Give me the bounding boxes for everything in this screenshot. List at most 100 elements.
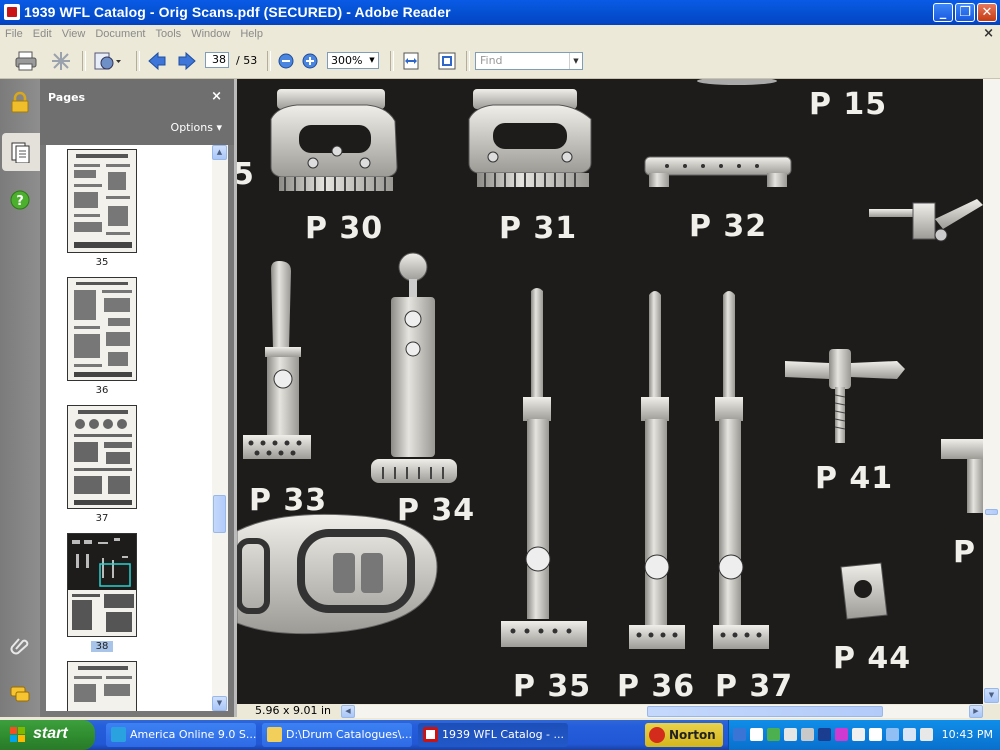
part-p35-throw-off <box>501 288 587 647</box>
print-icon[interactable] <box>14 50 38 72</box>
horizontal-scrollbar-thumb[interactable] <box>647 706 883 717</box>
menu-edit[interactable]: Edit <box>28 25 57 43</box>
lock-icon[interactable] <box>9 91 31 113</box>
menu-view[interactable]: View <box>57 25 91 43</box>
aol-icon <box>111 727 126 742</box>
tray-icon[interactable] <box>784 728 797 741</box>
next-page-icon[interactable] <box>176 50 198 72</box>
navigation-pane-strip: ? <box>0 79 42 717</box>
fit-width-icon[interactable] <box>400 50 422 72</box>
thumbnail-label-35: 35 <box>95 257 109 268</box>
volume-icon[interactable] <box>920 728 933 741</box>
previous-page-icon[interactable] <box>146 50 168 72</box>
part-p41-wing-screw <box>785 349 905 443</box>
part-p34-strainer <box>371 252 457 483</box>
help-icon[interactable]: ? <box>9 189 31 211</box>
menu-document[interactable]: Document <box>90 25 150 43</box>
page-thumbnail-36[interactable] <box>67 277 137 381</box>
label-p37: P 37 <box>715 669 794 704</box>
system-tray: 10:43 PM <box>728 720 1000 750</box>
tray-icon[interactable] <box>767 728 780 741</box>
tray-arrow-icon[interactable] <box>733 728 746 741</box>
part-p33-throw-off-lever <box>243 261 311 459</box>
scroll-right-button[interactable]: ▶ <box>969 705 983 718</box>
page-number-input[interactable]: 38 <box>205 52 229 68</box>
toolbar: 38 / 53 300% ▼ Find ▼ <box>0 43 1000 79</box>
pdf-icon <box>423 727 438 742</box>
taskbar-item-label: 1939 WFL Catalog - ... <box>442 728 565 741</box>
tray-icon[interactable] <box>835 728 848 741</box>
document-view[interactable]: P 15 5 P 30 P 31 P 32 P 33 P 34 P 41 P 4… <box>237 79 983 704</box>
document-vertical-scrollbar[interactable]: ▼ <box>983 79 1000 704</box>
comments-icon[interactable] <box>9 683 31 705</box>
norton-label: Norton <box>669 728 716 742</box>
norton-button[interactable]: Norton <box>645 723 723 747</box>
page-dimensions: 5.96 x 9.01 in <box>255 704 332 717</box>
clock: 10:43 PM <box>941 728 993 741</box>
zoom-level-select[interactable]: 300% ▼ <box>327 52 379 69</box>
svg-text:?: ? <box>16 194 24 209</box>
thumbnail-label-38: 38 <box>67 641 137 652</box>
menu-window[interactable]: Window <box>186 25 235 43</box>
taskbar-item-explorer[interactable]: D:\Drum Catalogues\... <box>262 723 412 747</box>
tray-icon[interactable] <box>801 728 814 741</box>
pages-options-menu[interactable]: Options ▾ <box>171 121 222 134</box>
thumbnail-content <box>74 282 132 377</box>
label-p31: P 31 <box>499 211 578 246</box>
zoom-out-icon[interactable] <box>276 50 296 72</box>
page-thumbnail-38[interactable] <box>67 533 137 637</box>
scrollbar-thumb[interactable] <box>213 495 226 533</box>
zoom-in-icon[interactable] <box>300 50 320 72</box>
part-p37-throw-off <box>713 291 769 649</box>
pages-panel-header: Pages × Options ▾ <box>40 79 234 145</box>
taskbar: start America Online 9.0 S... D:\Drum Ca… <box>0 720 1000 750</box>
folder-icon <box>267 727 282 742</box>
close-document-button[interactable]: × <box>983 25 994 43</box>
taskbar-item-aol[interactable]: America Online 9.0 S... <box>106 723 256 747</box>
attachments-icon[interactable] <box>9 635 31 657</box>
tray-icon[interactable] <box>852 728 865 741</box>
scroll-down-button[interactable]: ▼ <box>212 696 227 711</box>
start-button[interactable]: start <box>0 720 95 750</box>
label-p5: 5 <box>237 157 255 192</box>
collaborate-icon[interactable] <box>92 50 122 72</box>
fit-page-icon[interactable] <box>436 50 458 72</box>
maximize-button[interactable]: ❐ <box>955 3 975 22</box>
tray-icon[interactable] <box>903 728 916 741</box>
document-scroll-down-button[interactable]: ▼ <box>984 688 999 703</box>
menu-bar: File Edit View Document Tools Window Help × <box>0 25 1000 43</box>
page-thumbnail-35[interactable] <box>67 149 137 253</box>
pages-icon[interactable] <box>9 141 31 163</box>
scroll-left-button[interactable]: ◀ <box>341 705 355 718</box>
menu-file[interactable]: File <box>0 25 28 43</box>
thumbnail-content <box>74 666 132 702</box>
taskbar-item-label: D:\Drum Catalogues\... <box>286 728 412 741</box>
scroll-up-button[interactable]: ▲ <box>212 145 227 160</box>
menu-tools[interactable]: Tools <box>151 25 187 43</box>
tray-icon[interactable] <box>750 728 763 741</box>
page-thumbnail-next[interactable] <box>67 661 137 711</box>
document-scrollbar-thumb[interactable] <box>985 509 998 515</box>
part-snare-strainer <box>869 199 983 242</box>
thumbnail-scrollbar[interactable]: ▲ ▼ <box>212 145 228 711</box>
tray-icon[interactable] <box>818 728 831 741</box>
page-thumbnail-37[interactable] <box>67 405 137 509</box>
menu-help[interactable]: Help <box>235 25 268 43</box>
find-input[interactable]: Find ▼ <box>475 52 583 70</box>
pages-panel-close-button[interactable]: × <box>211 89 222 104</box>
minimize-button[interactable]: _ <box>933 3 953 22</box>
windows-flag-icon <box>10 727 25 742</box>
document-horizontal-scrollbar[interactable]: ◀ ▶ <box>341 705 983 718</box>
chevron-down-icon[interactable]: ▼ <box>366 53 378 68</box>
window-title: 1939 WFL Catalog - Orig Scans.pdf (SECUR… <box>24 4 451 20</box>
taskbar-item-adobe-reader[interactable]: 1939 WFL Catalog - ... <box>418 723 568 747</box>
close-button[interactable]: ✕ <box>977 3 997 22</box>
security-icon[interactable] <box>50 50 72 72</box>
find-placeholder: Find <box>480 54 503 67</box>
label-p-edge: P <box>953 535 976 570</box>
label-p30: P 30 <box>305 211 384 246</box>
tray-icon[interactable] <box>886 728 899 741</box>
title-bar[interactable]: 1939 WFL Catalog - Orig Scans.pdf (SECUR… <box>0 0 1000 25</box>
tray-icon[interactable] <box>869 728 882 741</box>
find-dropdown-icon[interactable]: ▼ <box>569 53 582 69</box>
